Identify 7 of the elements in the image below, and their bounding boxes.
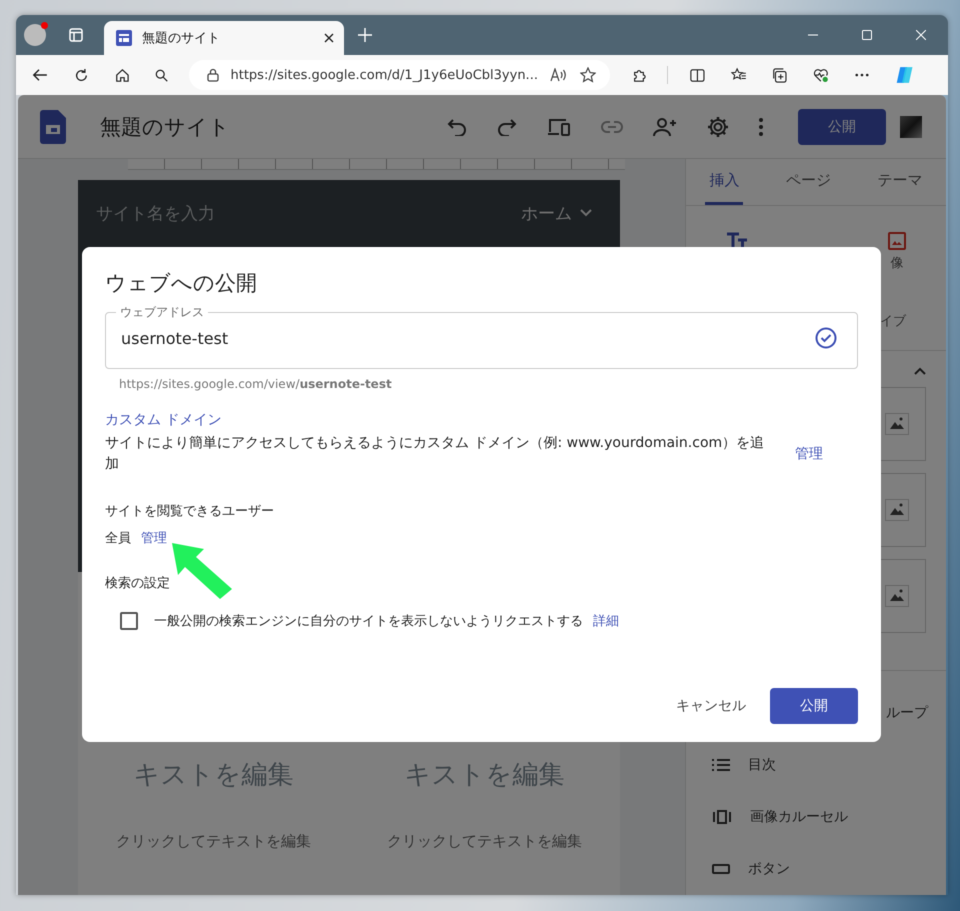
dialog-title: ウェブへの公開 [105,270,258,297]
viewers-label: サイトを閲覧できるユーザー [105,503,275,520]
checkbox-label: 一般公開の検索エンジンに自分のサイトを表示しないようリクエストする [154,613,583,630]
custom-domain-description: サイトにより簡単にアクセスしてもらえるようにカスタム ドメイン（例: www.yourdomain.com）を追加 [105,434,765,474]
url-hint: https://sites.google.com/view/usernote-test [119,377,393,391]
search-settings-label: 検索の設定 [105,575,171,592]
viewers-value: 全員 [105,530,131,547]
